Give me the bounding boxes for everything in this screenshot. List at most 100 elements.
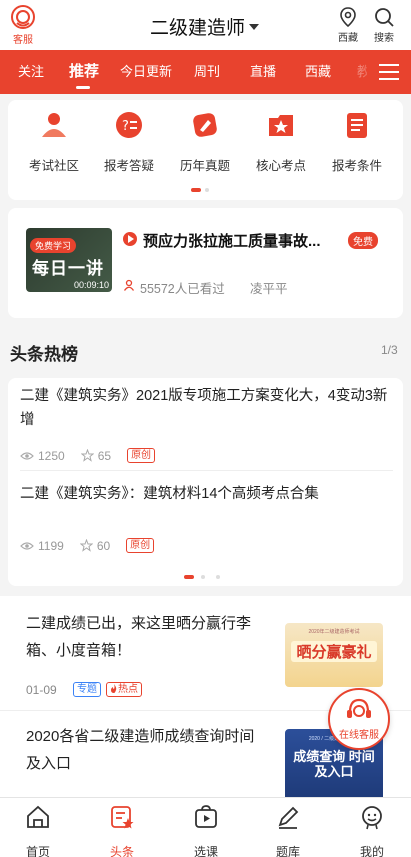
customer-service-button[interactable]: 客服 [6, 4, 40, 47]
nav-label: 题库 [275, 845, 300, 857]
article-title: 二建成绩已出，来这里晒分赢行李箱、小度音箱！ [26, 615, 252, 659]
star-count: 60 [96, 538, 111, 553]
eye-icon [20, 451, 34, 460]
category-label: 报考答疑 [103, 159, 154, 173]
document-list-icon [347, 113, 367, 138]
pager-dot-active [184, 575, 194, 579]
original-badge: 原创 [127, 448, 156, 463]
hot-list-page: 1/3 [381, 343, 398, 357]
category-label: 考试社区 [28, 159, 79, 173]
article-title: 2020各省二级建造师成绩查询时间及入口 [26, 728, 255, 772]
location-pin-icon [340, 7, 356, 28]
play-icon [123, 232, 137, 246]
tab-today-updates[interactable]: 今日更新 [120, 50, 172, 94]
hot-item-title: 二建《建筑实务》2021版专项施工方案变化大，4变动3新增 [20, 388, 388, 428]
view-count: 55572人已看过 [140, 282, 225, 296]
pager-dot-active [191, 188, 201, 192]
nav-headlines[interactable]: 头条 [92, 804, 152, 857]
star-icon [80, 449, 94, 462]
nav-profile[interactable]: 我的 [342, 804, 402, 857]
category-key-points[interactable]: 核心考点 [242, 110, 320, 174]
divider [20, 470, 393, 471]
article-date: 01-09 [26, 683, 57, 697]
home-icon [27, 805, 49, 828]
category-requirements[interactable]: 报考条件 [318, 110, 396, 174]
star-folder-icon [269, 115, 293, 136]
region-button[interactable]: 西藏 [333, 6, 363, 45]
category-past-papers[interactable]: 历年真题 [166, 110, 244, 174]
exam-paper-icon [193, 113, 217, 137]
thumb-badge: 免费学习 [30, 238, 77, 253]
thumb-title: 每日一讲 [32, 259, 104, 278]
free-badge: 免费 [348, 232, 378, 249]
nav-courses[interactable]: 选课 [176, 804, 236, 857]
hot-item-meta: 1199 60 原创 [20, 538, 155, 553]
video-duration: 00:09:10 [73, 280, 109, 290]
thumb-headline: 成绩查询 时间及入口 [293, 749, 375, 779]
service-label: 客服 [13, 35, 33, 46]
menu-icon[interactable] [367, 50, 411, 94]
pager-dot [205, 188, 209, 192]
view-count: 1250 [38, 448, 65, 463]
video-author: 凌平平 [250, 282, 288, 296]
pager-dot [216, 575, 220, 579]
article-thumbnail: 2020年二级建造师考试 晒分赢豪礼 [285, 623, 383, 687]
nav-home[interactable]: 首页 [8, 804, 68, 857]
nav-label: 我的 [359, 845, 384, 857]
person-icon [123, 279, 135, 291]
online-service-label: 在线客服 [339, 730, 379, 741]
star-icon [79, 539, 93, 552]
page-title: 二级建造师 [150, 18, 246, 39]
thumb-headline: 晒分赢豪礼 [291, 641, 377, 662]
video-thumbnail[interactable]: 免费学习 每日一讲 00:09:10 [26, 228, 112, 292]
headset-icon [347, 698, 371, 718]
search-button[interactable]: 搜索 [369, 6, 399, 45]
search-label: 搜索 [374, 33, 394, 44]
channel-tabs: 关注 推荐 今日更新 周刊 直播 西藏 教材 [0, 50, 411, 94]
thumb-caption: 2020年二级建造师考试 [308, 629, 360, 635]
video-title[interactable]: 预应力张拉施工质量事故... [143, 230, 343, 251]
flame-icon [111, 684, 117, 693]
eye-icon [20, 541, 34, 550]
topic-badge: 专题 [73, 682, 101, 697]
nav-label: 头条 [109, 845, 134, 857]
category-community[interactable]: 考试社区 [15, 110, 93, 174]
hot-item-title: 二建《建筑实务》：建筑材料14个高频考点合集 [20, 486, 319, 502]
tab-follow[interactable]: 关注 [18, 50, 44, 94]
category-grid: 考试社区 ? 报考答疑 历年真题 核心考点 报考条件 [8, 100, 403, 200]
svg-text:?: ? [122, 119, 129, 134]
online-service-button[interactable]: 在线客服 [328, 688, 390, 750]
hot-item-meta: 1250 65 原创 [20, 448, 156, 463]
headlines-icon [111, 806, 134, 829]
profile-icon [362, 806, 382, 830]
caret-down-icon [249, 23, 260, 30]
qa-icon: ? [116, 112, 142, 138]
view-count: 1199 [38, 538, 64, 553]
bottom-nav: 首页 头条 选课 题库 我的 [0, 797, 411, 857]
hot-list-title: 头条热榜 [10, 345, 78, 364]
hot-badge-label: 热点 [118, 684, 138, 695]
course-icon [195, 805, 217, 828]
tab-live[interactable]: 直播 [250, 50, 276, 94]
tab-weekly[interactable]: 周刊 [194, 50, 220, 94]
search-icon [375, 8, 394, 27]
region-label: 西藏 [338, 33, 358, 44]
community-icon [42, 113, 66, 137]
tab-xizang[interactable]: 西藏 [305, 50, 331, 94]
list-item[interactable]: 二建《建筑实务》2021版专项施工方案变化大，4变动3新增 1250 65 原创 [20, 384, 393, 463]
category-label: 核心考点 [255, 159, 306, 173]
featured-video-card[interactable]: 免费学习 每日一讲 00:09:10 预应力张拉施工质量事故... 免费 555… [8, 208, 403, 318]
exam-selector[interactable]: 二级建造师 [150, 13, 260, 40]
list-item[interactable]: 二建《建筑实务》：建筑材料14个高频考点合集 1199 60 原创 [20, 482, 393, 553]
hot-badge: 热点 [106, 682, 142, 697]
pager-dot [201, 575, 205, 579]
nav-label: 选课 [193, 845, 218, 857]
hot-list-card: 二建《建筑实务》2021版专项施工方案变化大，4变动3新增 1250 65 原创… [8, 378, 403, 586]
category-qa[interactable]: ? 报考答疑 [90, 110, 168, 174]
star-count: 65 [97, 448, 112, 463]
top-header: 客服 二级建造师 西藏 搜索 [0, 0, 411, 50]
category-label: 历年真题 [179, 159, 230, 173]
nav-question-bank[interactable]: 题库 [258, 804, 318, 857]
nav-label: 首页 [25, 845, 50, 857]
service-icon [11, 5, 35, 29]
